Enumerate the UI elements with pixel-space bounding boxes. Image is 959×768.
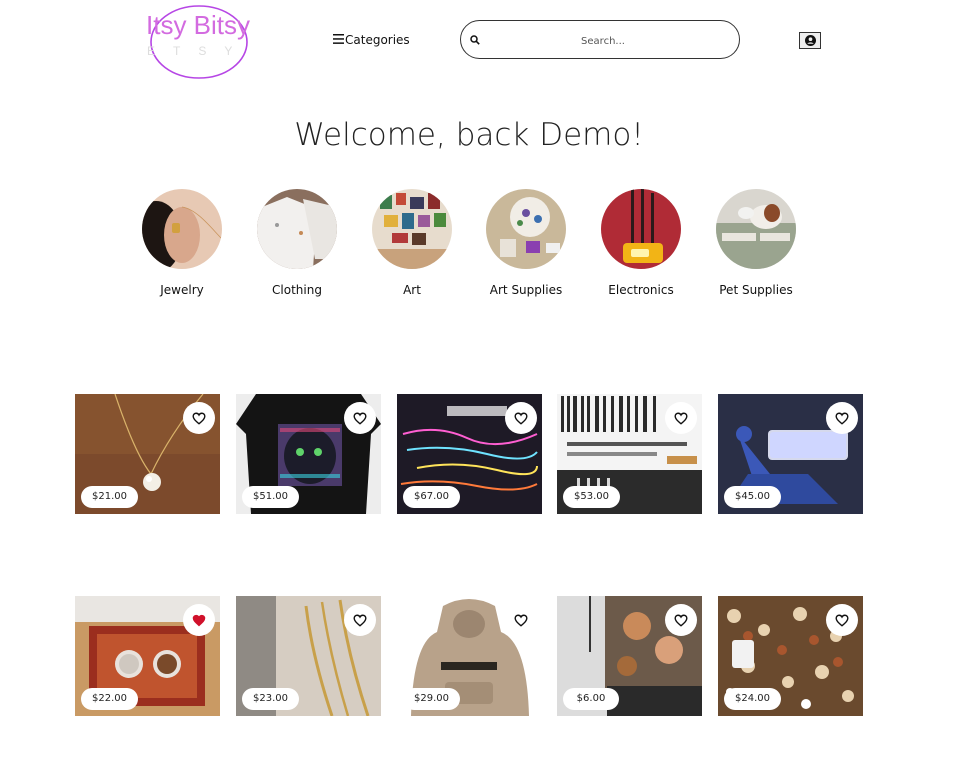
category-label: Art <box>403 283 421 297</box>
heart-icon <box>514 412 528 425</box>
category-pet-supplies[interactable]: Pet Supplies <box>706 189 806 297</box>
heart-icon <box>192 412 206 425</box>
user-account-button[interactable] <box>799 32 821 49</box>
category-label: Pet Supplies <box>719 283 793 297</box>
category-label: Art Supplies <box>489 283 563 297</box>
heart-icon <box>674 412 688 425</box>
categories-menu-button[interactable]: Categories <box>333 33 410 47</box>
search-icon <box>470 35 480 45</box>
favorite-button[interactable] <box>505 402 537 434</box>
product-card[interactable]: $53.00 <box>557 394 702 514</box>
heart-icon <box>835 614 849 627</box>
category-art-supplies[interactable]: Art Supplies <box>476 189 576 297</box>
favorite-button[interactable] <box>344 604 376 636</box>
logo[interactable]: Itsy Bitsy ETSY <box>140 0 252 82</box>
welcome-heading: Welcome, back Demo! <box>294 117 644 153</box>
product-card[interactable]: $67.00 <box>397 394 542 514</box>
category-image <box>601 189 681 269</box>
heart-icon <box>674 614 688 627</box>
price-badge: $21.00 <box>81 486 138 508</box>
product-card[interactable]: $21.00 <box>75 394 220 514</box>
price-badge: $51.00 <box>242 486 299 508</box>
favorite-button[interactable] <box>344 402 376 434</box>
categories-label: Categories <box>345 33 410 47</box>
favorite-button[interactable] <box>665 402 697 434</box>
category-electronics[interactable]: Electronics <box>591 189 691 297</box>
category-image <box>257 189 337 269</box>
category-image <box>372 189 452 269</box>
favorite-button[interactable] <box>826 604 858 636</box>
heart-icon <box>353 412 367 425</box>
user-circle-icon <box>804 35 816 46</box>
category-image <box>486 189 566 269</box>
product-card[interactable]: $6.00 <box>557 596 702 716</box>
heart-icon <box>514 614 528 627</box>
favorite-button[interactable] <box>665 604 697 636</box>
product-card[interactable]: $23.00 <box>236 596 381 716</box>
price-badge: $6.00 <box>563 688 619 710</box>
logo-text: Itsy Bitsy <box>146 10 251 40</box>
price-badge: $22.00 <box>81 688 138 710</box>
favorite-button[interactable] <box>183 604 215 636</box>
search-bar[interactable] <box>460 20 740 59</box>
category-image <box>142 189 222 269</box>
category-label: Clothing <box>272 283 322 297</box>
price-badge: $29.00 <box>403 688 460 710</box>
product-card[interactable]: $45.00 <box>718 394 863 514</box>
price-badge: $67.00 <box>403 486 460 508</box>
favorite-button[interactable] <box>826 402 858 434</box>
heart-icon <box>835 412 849 425</box>
product-card[interactable]: $29.00 <box>397 596 542 716</box>
category-image <box>716 189 796 269</box>
hamburger-icon <box>333 33 344 47</box>
price-badge: $53.00 <box>563 486 620 508</box>
product-card[interactable]: $51.00 <box>236 394 381 514</box>
search-input[interactable] <box>501 28 705 54</box>
category-clothing[interactable]: Clothing <box>247 189 347 297</box>
favorite-button[interactable] <box>505 604 537 636</box>
price-badge: $45.00 <box>724 486 781 508</box>
favorite-button[interactable] <box>183 402 215 434</box>
heart-icon <box>192 614 206 626</box>
price-badge: $24.00 <box>724 688 781 710</box>
category-art[interactable]: Art <box>362 189 462 297</box>
category-jewelry[interactable]: Jewelry <box>132 189 232 297</box>
category-label: Jewelry <box>160 283 204 297</box>
product-card[interactable]: $22.00 <box>75 596 220 716</box>
heart-icon <box>353 614 367 627</box>
logo-subtext: ETSY <box>147 44 251 58</box>
price-badge: $23.00 <box>242 688 299 710</box>
product-card[interactable]: $24.00 <box>718 596 863 716</box>
category-label: Electronics <box>608 283 674 297</box>
